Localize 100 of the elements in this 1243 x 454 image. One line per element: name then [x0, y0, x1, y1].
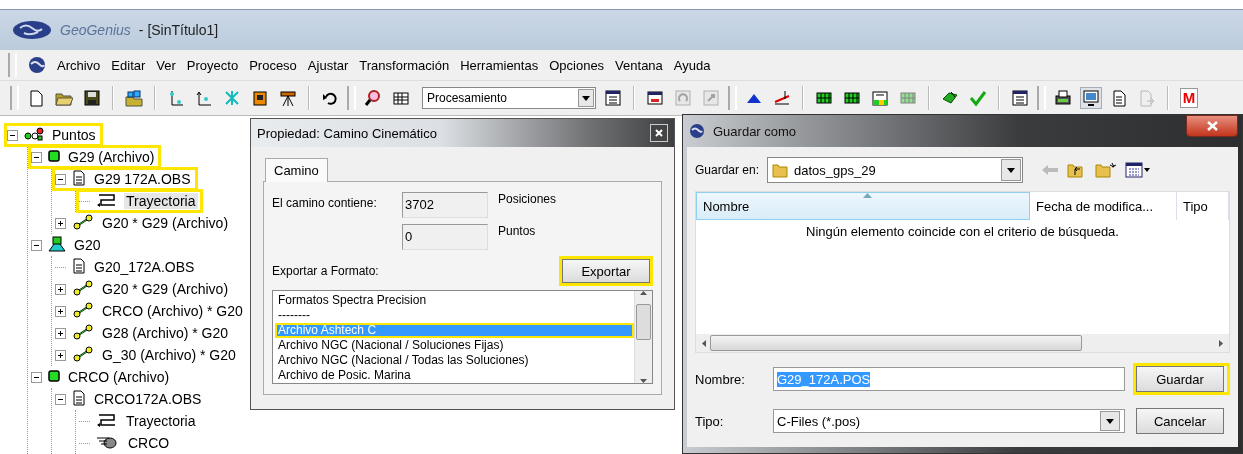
report-icon[interactable]	[871, 89, 889, 107]
tree-item[interactable]: CRCO	[126, 435, 172, 451]
tab[interactable]: Camino	[265, 158, 328, 182]
expand-toggle[interactable]	[55, 283, 66, 295]
new-folder-icon[interactable]	[1095, 162, 1118, 178]
view-dropdown[interactable]: Procesamiento	[422, 87, 596, 109]
field-label: Guardar en:	[695, 163, 760, 177]
tree-item[interactable]: G20_172A.OBS	[92, 259, 197, 275]
document-icon	[72, 389, 86, 406]
axes-icon[interactable]	[195, 89, 213, 107]
menu-item[interactable]: Herramientas	[460, 55, 539, 75]
close-icon	[655, 129, 663, 137]
count-field: 3702	[402, 192, 488, 218]
menu-item[interactable]: Opciones	[549, 55, 605, 75]
down-arrow-icon[interactable]	[640, 379, 647, 383]
toolbar-grip[interactable]	[8, 53, 17, 77]
menu-item[interactable]: Transformación	[359, 55, 450, 75]
toolbar-button[interactable]: M	[1179, 88, 1199, 108]
list-window-icon[interactable]	[604, 89, 622, 107]
baseline-icon	[72, 345, 94, 362]
toolbar-grip[interactable]	[1037, 86, 1046, 110]
globe-icon[interactable]	[28, 56, 46, 74]
tree-item[interactable]: CRCO (Archivo)	[66, 369, 172, 385]
network-grid-icon[interactable]	[843, 89, 861, 107]
star-icon[interactable]	[223, 89, 241, 107]
save-icon[interactable]	[83, 89, 101, 107]
close-button[interactable]	[1186, 115, 1238, 137]
receiver-icon[interactable]	[251, 89, 269, 107]
up-arrow-icon[interactable]	[640, 291, 647, 295]
grid-icon[interactable]	[392, 89, 410, 107]
menu-item[interactable]: Editar	[111, 55, 146, 75]
toolbar-grip[interactable]	[10, 86, 19, 110]
base-station-icon	[48, 235, 66, 252]
tree-item[interactable]: CRCO (Archivo) * G20	[100, 303, 245, 319]
tree-item[interactable]: G20 * G29 (Archivo)	[100, 281, 231, 297]
folder-dropdown[interactable]: datos_gps_29	[767, 157, 1024, 183]
tripod-icon[interactable]	[279, 89, 297, 107]
expand-toggle[interactable]	[55, 217, 66, 229]
tree-item[interactable]: G20 * G29 (Archivo)	[100, 215, 231, 231]
scrollbar[interactable]	[634, 291, 652, 383]
collapse-toggle[interactable]	[31, 371, 42, 383]
menu-item[interactable]: Ayuda	[673, 55, 711, 75]
tree-item[interactable]: G_30 (Archivo) * G20	[100, 347, 238, 363]
tree-item[interactable]: G29 (Archivo)	[66, 149, 157, 165]
list-item[interactable]: Formatos Spectra Precision	[275, 293, 634, 308]
column-header[interactable]: Fecha de modifica...	[1030, 192, 1177, 220]
baseline-icon	[72, 213, 94, 230]
collapse-toggle[interactable]	[7, 129, 18, 141]
toolbar-grip[interactable]	[347, 86, 356, 110]
right-arrow-icon[interactable]	[1219, 339, 1223, 347]
menu-item[interactable]: Ajustar	[307, 55, 349, 75]
menu-item[interactable]: Proceso	[249, 55, 297, 75]
axes-icon[interactable]	[167, 89, 185, 107]
toolbar-grip[interactable]	[728, 86, 737, 110]
search-icon[interactable]	[364, 89, 382, 107]
collapse-toggle[interactable]	[31, 239, 42, 251]
expand-toggle[interactable]	[55, 327, 66, 339]
cancel-button[interactable]: Cancelar	[1136, 408, 1224, 434]
collapse-toggle[interactable]	[55, 393, 66, 405]
printer-icon[interactable]	[1054, 89, 1072, 107]
window-icon[interactable]	[646, 89, 664, 107]
caret-icon	[1007, 167, 1016, 173]
list-item[interactable]: Archivo NGC (Nacional / Todas las Soluciones)	[275, 353, 634, 368]
column-header[interactable]: Nombre	[696, 192, 1030, 220]
file-type-dropdown[interactable]: C-Files (*.pos)	[773, 409, 1125, 433]
tree-item[interactable]: Puntos	[50, 127, 98, 143]
check-icon[interactable]	[969, 89, 987, 107]
tree-item[interactable]: CRCO172A.OBS	[92, 391, 204, 407]
export-button[interactable]: Exportar	[562, 259, 650, 283]
list-window-icon[interactable]	[1011, 89, 1029, 107]
menu-item[interactable]: Ver	[156, 55, 176, 75]
collapse-toggle[interactable]	[55, 173, 66, 185]
caret-icon	[582, 95, 590, 101]
tree-item[interactable]: G29 172A.OBS	[92, 171, 193, 187]
new-document-icon[interactable]	[27, 89, 45, 107]
dialog-title: Guardar como	[713, 123, 797, 139]
path-icon	[96, 191, 118, 208]
list-item[interactable]: Archivo de Posic. Marina	[275, 368, 634, 383]
tree-item[interactable]: Trayectoria	[124, 193, 198, 209]
save-button[interactable]: Guardar	[1136, 366, 1224, 392]
expand-toggle[interactable]	[55, 349, 66, 361]
baseline-icon	[72, 279, 94, 296]
expand-toggle[interactable]	[55, 305, 66, 317]
document-icon[interactable]	[1110, 89, 1128, 107]
folder-boxes-icon[interactable]	[125, 89, 143, 107]
tree-item[interactable]: G28 (Archivo) * G20	[100, 325, 231, 341]
column-header[interactable]: Tipo	[1177, 192, 1229, 220]
tree-item[interactable]: Trayectoria	[124, 413, 198, 429]
left-arrow-icon[interactable]	[702, 339, 706, 347]
menu-item[interactable]: Proyecto	[186, 55, 239, 75]
network-grid-icon[interactable]	[815, 89, 833, 107]
scrollbar[interactable]	[696, 334, 1229, 352]
view-menu-icon[interactable]	[1125, 162, 1152, 178]
list-item[interactable]: --------	[275, 308, 634, 323]
list-item[interactable]: Archivo NGC (Nacional / Soluciones Fijas)	[275, 338, 634, 353]
tree-item[interactable]: G20	[72, 237, 103, 253]
collapse-toggle[interactable]	[31, 151, 42, 163]
measure-icon[interactable]	[773, 89, 791, 107]
menu-item[interactable]: Ventana	[615, 55, 663, 75]
menu-item[interactable]: Archivo	[57, 55, 101, 75]
